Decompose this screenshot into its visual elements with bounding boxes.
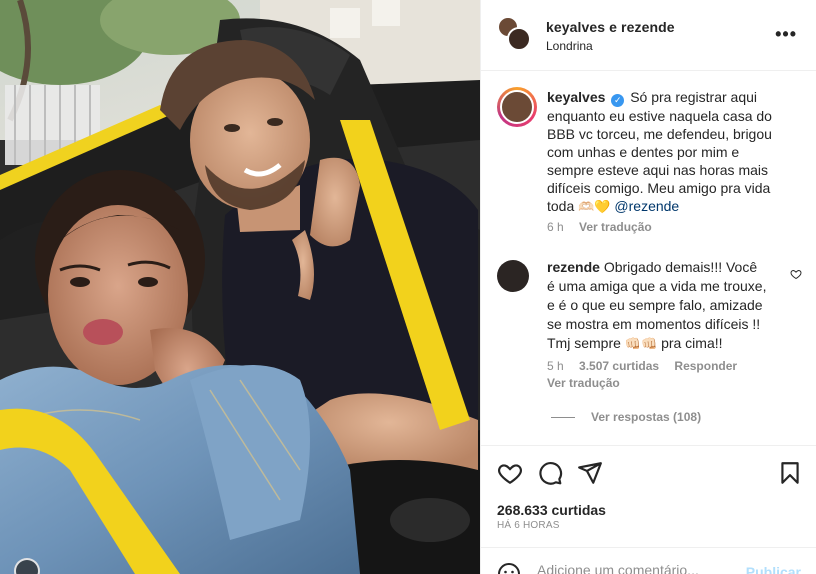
caption-text: keyalves ✓ Só pra registrar aqui enquant… [547, 88, 816, 216]
see-translation-link[interactable]: Ver tradução [579, 220, 652, 234]
comment-line: se mostra em momentos difíceis !! [547, 316, 761, 332]
comment-likes[interactable]: 3.507 curtidas [579, 359, 659, 373]
caption-line: Só pra registrar aqui [630, 89, 758, 105]
collab-avatars[interactable] [497, 16, 531, 52]
avatar[interactable] [500, 90, 534, 124]
post-image [0, 0, 480, 574]
comment-line: e é o que eu sempre falo, amizade [547, 297, 763, 313]
comment-meta: 5 h 3.507 curtidas Responder [547, 359, 737, 373]
comment-line: pra cima!! [661, 335, 723, 351]
more-horizontal-icon[interactable]: ••• [775, 24, 797, 45]
caption-emojis: 🫶🏻💛 [578, 199, 611, 214]
post-timestamp[interactable]: HÁ 6 HORAS [497, 520, 560, 531]
divider [551, 417, 575, 419]
caption-line: toda [547, 198, 575, 214]
caption-line: com unhas e dentes por mim e [547, 144, 740, 160]
post-sidebar: keyalves e rezende Londrina ••• keyalves… [480, 0, 816, 574]
caption-time[interactable]: 6 h [547, 220, 564, 234]
caption-meta: 6 h Ver tradução [547, 220, 652, 234]
comment-username[interactable]: rezende [547, 259, 600, 275]
publish-button[interactable]: Publicar [746, 564, 801, 574]
save-bookmark-icon[interactable] [777, 460, 803, 486]
author-names[interactable]: keyalves e rezende [546, 19, 675, 35]
post-photo[interactable] [0, 0, 480, 574]
avatar[interactable] [507, 27, 531, 51]
view-replies-button[interactable]: Ver respostas (108) [551, 410, 701, 424]
reply-button[interactable]: Responder [674, 359, 737, 373]
post-actions: 268.633 curtidas HÁ 6 HORAS Publicar [481, 445, 816, 574]
comment-line: é uma amiga que a vida me trouxe, [547, 278, 767, 294]
mention-link[interactable]: @rezende [614, 198, 679, 214]
post-header: keyalves e rezende Londrina ••• [481, 0, 816, 71]
comment-line: Tmj sempre [547, 335, 621, 351]
share-send-icon[interactable] [577, 460, 603, 486]
add-comment-bar: Publicar [481, 547, 816, 574]
avatar[interactable] [497, 260, 529, 292]
comment-input[interactable] [537, 562, 737, 574]
location-link[interactable]: Londrina [546, 39, 593, 53]
likes-count[interactable]: 268.633 curtidas [497, 502, 606, 518]
comment-text: rezende Obrigado demais!!! Você é uma am… [547, 258, 787, 353]
like-comment-heart-icon[interactable] [790, 268, 802, 280]
story-ring[interactable] [497, 87, 537, 127]
comment-line: Obrigado demais!!! Você [603, 259, 758, 275]
comment-time[interactable]: 5 h [547, 359, 564, 373]
caption-line: enquanto eu estive naquela casa do [547, 108, 772, 124]
emoji-smile-icon[interactable] [497, 562, 521, 574]
view-replies-label[interactable]: Ver respostas (108) [591, 410, 701, 424]
caption-line: difíceis comigo. Meu amigo pra vida [547, 180, 771, 196]
like-heart-icon[interactable] [497, 460, 523, 486]
comment-bubble-icon[interactable] [537, 460, 563, 486]
caption-username[interactable]: keyalves [547, 89, 605, 105]
comment-emojis: 👊🏻👊🏻 [624, 336, 658, 351]
verified-badge-icon: ✓ [611, 94, 625, 107]
caption-line: BBB vc torceu, me defendeu, brigou [547, 126, 772, 142]
caption-line: sempre esteve aqui nas horas mais [547, 162, 768, 178]
see-translation-link[interactable]: Ver tradução [547, 376, 620, 390]
